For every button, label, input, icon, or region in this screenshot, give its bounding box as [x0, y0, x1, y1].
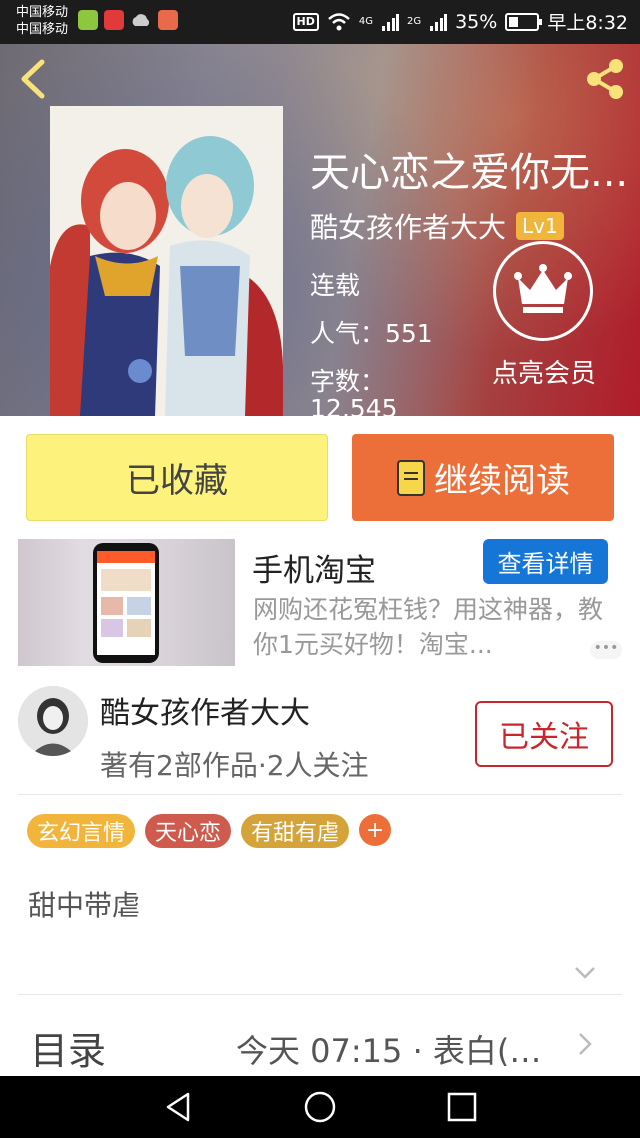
- app-notification-icon: [78, 10, 98, 30]
- book-author-row: 酷女孩作者大大 Lv1: [310, 206, 564, 246]
- book-words-value: 12,545: [310, 394, 398, 416]
- back-arrow-icon: [21, 59, 45, 99]
- hd-badge: HD: [292, 12, 319, 31]
- book-status: 连载: [310, 271, 361, 300]
- nav-home-icon[interactable]: [302, 1089, 338, 1125]
- vip-button[interactable]: [493, 241, 593, 341]
- ad-description[interactable]: 网购还花冤枉钱？用这神器，教你1元买好物！淘宝...: [253, 592, 623, 662]
- carrier-1: 中国移动: [16, 5, 69, 20]
- follow-button[interactable]: 已关注: [475, 701, 613, 767]
- notification-icons: [78, 10, 178, 30]
- battery-level: [509, 16, 519, 27]
- latest-chapter: 今天 07:15 · 表白(雷...: [236, 1032, 571, 1070]
- book-title: 天心恋之爱你无...: [310, 150, 629, 196]
- nav-recents-icon[interactable]: [444, 1089, 480, 1125]
- author-stats: 著有2部作品·2人关注: [100, 749, 369, 782]
- synopsis: 甜中带虐: [28, 889, 141, 922]
- carrier-info: 中国移动 中国移动: [16, 4, 68, 38]
- ad-details-button[interactable]: 查看详情: [483, 539, 608, 584]
- ad-more-icon[interactable]: •••: [590, 641, 622, 659]
- book-words-label: 字数：: [310, 367, 386, 396]
- status-bar: 中国移动 中国移动 HD 4G 2G 35% 早上8:32: [0, 0, 640, 44]
- book-cover[interactable]: [50, 106, 283, 416]
- level-badge: Lv1: [516, 212, 564, 240]
- share-icon: [587, 59, 623, 99]
- cloud-icon: [132, 14, 150, 26]
- ad-phone-image: [93, 543, 159, 663]
- avatar-image: [18, 686, 88, 756]
- clock: 早上8:32: [547, 12, 628, 34]
- continue-reading-button[interactable]: 继续阅读: [352, 434, 614, 521]
- divider: [18, 994, 622, 995]
- network-type-1: 4G: [358, 16, 373, 27]
- divider: [18, 794, 622, 795]
- book-author[interactable]: 酷女孩作者大大: [310, 206, 506, 246]
- crown-icon: [514, 264, 572, 313]
- tag-item[interactable]: 玄幻言情: [27, 814, 136, 848]
- battery-percent: 35%: [455, 10, 498, 33]
- status-right: HD 4G 2G 35% 早上8:32: [292, 8, 628, 35]
- vip-label[interactable]: 点亮会员: [484, 353, 604, 390]
- wifi-icon: [328, 12, 350, 30]
- author-avatar[interactable]: [18, 686, 88, 756]
- continue-reading-label: 继续阅读: [434, 461, 570, 501]
- ad-thumbnail[interactable]: [18, 539, 235, 666]
- battery-icon: [505, 12, 543, 31]
- book-popularity: 人气：551: [310, 319, 433, 348]
- catalog-row[interactable]: 目录 今天 07:15 · 表白(雷...: [0, 1010, 640, 1076]
- signal-icon: [381, 13, 399, 31]
- chevron-down-icon[interactable]: [574, 966, 596, 980]
- app-notification-icon: [158, 10, 178, 30]
- cover-illustration: [50, 106, 283, 416]
- system-nav-bar: [0, 1076, 640, 1138]
- nav-back-icon[interactable]: [160, 1089, 196, 1125]
- back-button[interactable]: [12, 54, 56, 104]
- collected-button[interactable]: 已收藏: [26, 434, 328, 521]
- tag-item[interactable]: 有甜有虐: [241, 814, 350, 848]
- author-name[interactable]: 酷女孩作者大大: [100, 688, 310, 732]
- tag-item[interactable]: 天心恋: [145, 814, 232, 848]
- signal-icon: [430, 13, 448, 31]
- catalog-label: 目录: [30, 1029, 107, 1073]
- book-header: 天心恋之爱你无... 酷女孩作者大大 Lv1 连载 人气：551 字数： 12,…: [0, 44, 640, 416]
- app-notification-icon: [104, 10, 124, 30]
- tag-list: 玄幻言情 天心恋 有甜有虐 +: [27, 814, 392, 848]
- book-icon: [397, 459, 425, 496]
- share-button[interactable]: [580, 54, 630, 104]
- network-type-2: 2G: [406, 16, 422, 27]
- ad-title[interactable]: 手机淘宝: [252, 545, 376, 590]
- chevron-right-icon: [579, 1033, 592, 1055]
- add-tag-button[interactable]: +: [359, 814, 392, 846]
- carrier-2: 中国移动: [16, 22, 69, 37]
